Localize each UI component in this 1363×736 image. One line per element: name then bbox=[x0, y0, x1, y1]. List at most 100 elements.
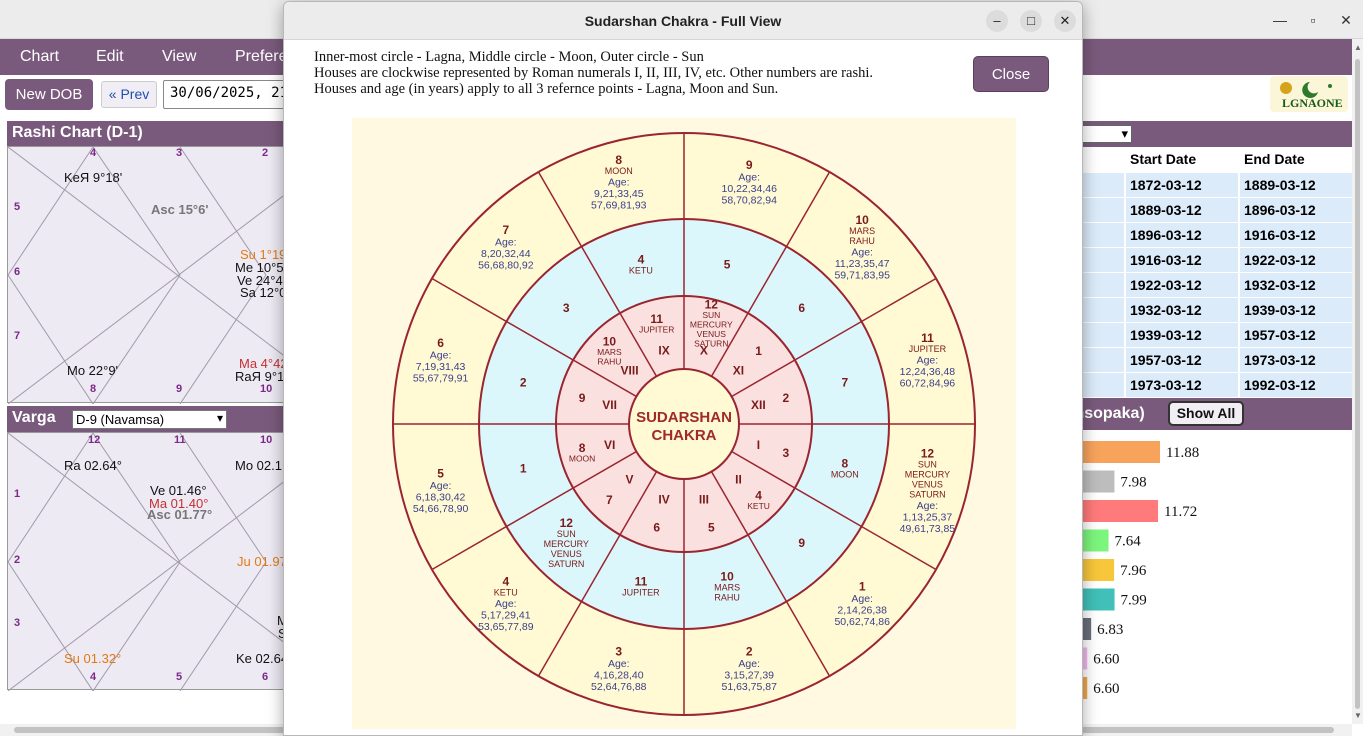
cell-text: 55,67,79,91 bbox=[413, 373, 469, 385]
varga-planet: Su 01.32° bbox=[64, 651, 122, 666]
dasha-column-separator bbox=[1124, 223, 1126, 248]
strength-bar-value: 11.88 bbox=[1166, 445, 1199, 461]
cell-text: Age: bbox=[430, 350, 452, 362]
menu-edit[interactable]: Edit bbox=[96, 48, 124, 66]
vertical-scrollbar[interactable]: ▲ ▼ bbox=[1352, 39, 1363, 724]
dasha-row[interactable]: 1939-03-12 1957-03-12 bbox=[1066, 322, 1352, 348]
varga-planet: Mo 02.1 bbox=[235, 458, 282, 473]
cell-text: Age: bbox=[495, 237, 517, 249]
cell-text: 7,19,31,43 bbox=[416, 361, 466, 373]
menu-preferences[interactable]: Prefere bbox=[235, 48, 287, 66]
rashi-number: 5 bbox=[724, 258, 731, 272]
dasha-row[interactable]: 1916-03-12 1922-03-12 bbox=[1066, 247, 1352, 273]
center-label: SUDARSHAN bbox=[636, 409, 732, 426]
cell-text: VENUS bbox=[912, 479, 943, 489]
dasha-row[interactable]: 1889-03-12 1896-03-12 bbox=[1066, 197, 1352, 223]
rashi-number: 1 bbox=[520, 462, 527, 476]
strength-bar-value: 7.99 bbox=[1121, 593, 1147, 609]
dasha-cell-start: 1916-03-12 bbox=[1130, 252, 1202, 268]
dasha-row[interactable]: ry1872-03-121889-03-12 bbox=[1066, 172, 1352, 198]
modal-titlebar: Sudarshan Chakra - Full View bbox=[284, 2, 1082, 40]
house-roman: XII bbox=[751, 398, 766, 412]
vertical-scroll-thumb[interactable] bbox=[1355, 59, 1360, 709]
rashi-house-number: 8 bbox=[90, 383, 97, 395]
dasha-column-separator bbox=[1238, 373, 1240, 398]
cell-text: Age: bbox=[608, 658, 630, 670]
dasha-cell-start: 1932-03-12 bbox=[1130, 302, 1202, 318]
cell-text: SUN bbox=[702, 310, 720, 320]
cell-text: RAHU bbox=[597, 356, 621, 366]
cell-text: Age: bbox=[430, 480, 452, 492]
rashi-number: 3 bbox=[615, 645, 622, 659]
varga-chart[interactable]: 12 11 10 1 2 3 4 5 6 Ra 02.64° Ve 01.46°… bbox=[7, 432, 298, 691]
cell-text: JUPITER bbox=[639, 324, 674, 334]
dasha-row[interactable]: 1922-03-12 1932-03-12 bbox=[1066, 272, 1352, 298]
house-roman: I bbox=[757, 438, 760, 452]
cell-text: Age: bbox=[738, 171, 760, 183]
date-input[interactable]: 30/06/2025, 21 bbox=[163, 80, 303, 109]
varga-house-number: 10 bbox=[260, 434, 273, 446]
cell-text: 12,24,36,48 bbox=[900, 366, 956, 378]
cell-text: 2,14,26,38 bbox=[837, 604, 887, 616]
dasha-header-row: t Start Date End Date bbox=[1066, 147, 1352, 172]
varga-house-number: 5 bbox=[176, 671, 183, 683]
cell-text: 3,15,27,39 bbox=[724, 670, 774, 682]
maximize-icon[interactable]: ▫ bbox=[1301, 8, 1325, 32]
new-dob-button[interactable]: New DOB bbox=[5, 79, 93, 110]
cell-text: MOON bbox=[831, 470, 859, 480]
cell-text: 60,72,84,96 bbox=[900, 378, 956, 390]
cell-text: SUN bbox=[557, 529, 576, 539]
varga-house-number: 3 bbox=[14, 617, 21, 629]
cell-text: 9,21,33,45 bbox=[594, 188, 644, 200]
cell-text: KETU bbox=[747, 501, 770, 511]
dasha-row[interactable]: r1957-03-121973-03-12 bbox=[1066, 347, 1352, 373]
dasha-cell-end: 1957-03-12 bbox=[1244, 327, 1316, 343]
minimize-icon[interactable]: — bbox=[1268, 8, 1292, 32]
menu-view[interactable]: View bbox=[162, 48, 196, 66]
dasha-column-separator bbox=[1124, 273, 1126, 298]
rashi-number: 4 bbox=[638, 253, 645, 267]
dasha-column-separator bbox=[1238, 273, 1240, 298]
modal-maximize-icon[interactable]: □ bbox=[1020, 10, 1042, 32]
dasha-row[interactable]: 1932-03-12 1939-03-12 bbox=[1066, 297, 1352, 323]
cell-text: MARS bbox=[714, 582, 740, 592]
menu-chart[interactable]: Chart bbox=[20, 48, 59, 66]
rashi-number: 7 bbox=[502, 223, 509, 237]
dasha-column-separator bbox=[1238, 223, 1240, 248]
close-window-icon[interactable]: ✕ bbox=[1334, 8, 1358, 32]
rashi-house-number: 7 bbox=[14, 330, 21, 342]
dasha-col-header: End Date bbox=[1244, 151, 1305, 167]
varga-select[interactable]: D-9 (Navamsa) ▾ bbox=[72, 410, 227, 429]
dasha-row[interactable]: 1896-03-12 1916-03-12 bbox=[1066, 222, 1352, 248]
close-button[interactable]: Close bbox=[973, 56, 1049, 92]
cell-text: 1,13,25,37 bbox=[903, 511, 953, 523]
rashi-number: 6 bbox=[437, 336, 444, 350]
modal-close-icon[interactable]: ✕ bbox=[1054, 10, 1076, 32]
dasha-column-separator bbox=[1238, 248, 1240, 273]
scroll-down-icon[interactable]: ▼ bbox=[1354, 711, 1362, 720]
sudarshan-chakra-svg: SUDARSHANCHAKRAIIIIIIIVVVIVIIVIIIIX XXIXI… bbox=[392, 132, 976, 716]
rashi-house-number: 4 bbox=[90, 147, 97, 159]
scroll-up-icon[interactable]: ▲ bbox=[1354, 43, 1362, 52]
strength-bar-value: 7.96 bbox=[1120, 563, 1147, 579]
cell-text: MARS bbox=[849, 226, 875, 236]
strength-header: msopaka) Show All bbox=[1066, 398, 1352, 430]
rashi-number: 1 bbox=[755, 344, 762, 358]
cell-text: JUPITER bbox=[622, 587, 660, 597]
cell-text: Age: bbox=[851, 247, 873, 259]
dasha-row[interactable]: n1973-03-121992-03-12 bbox=[1066, 372, 1352, 398]
rashi-number: 10 bbox=[720, 569, 734, 583]
prev-button[interactable]: « Prev bbox=[101, 81, 157, 108]
cell-text: Age: bbox=[917, 500, 939, 512]
rashi-number: 3 bbox=[563, 301, 570, 315]
dasha-header: a ▾ bbox=[1066, 121, 1352, 147]
modal-minimize-icon[interactable]: – bbox=[986, 10, 1008, 32]
show-all-button[interactable]: Show All bbox=[1168, 401, 1244, 426]
rashi-number: 4 bbox=[502, 574, 509, 588]
strength-bar-value: 7.98 bbox=[1120, 475, 1146, 491]
rashi-house-number: 9 bbox=[176, 383, 183, 395]
house-roman: III bbox=[699, 492, 709, 506]
rashi-chart[interactable]: 4 3 2 5 6 7 8 9 10 KeЯ 9°18' Asc 15°6' S… bbox=[7, 146, 298, 404]
cell-text: 57,69,81,93 bbox=[591, 199, 647, 211]
cell-text: SATURN bbox=[694, 339, 728, 349]
